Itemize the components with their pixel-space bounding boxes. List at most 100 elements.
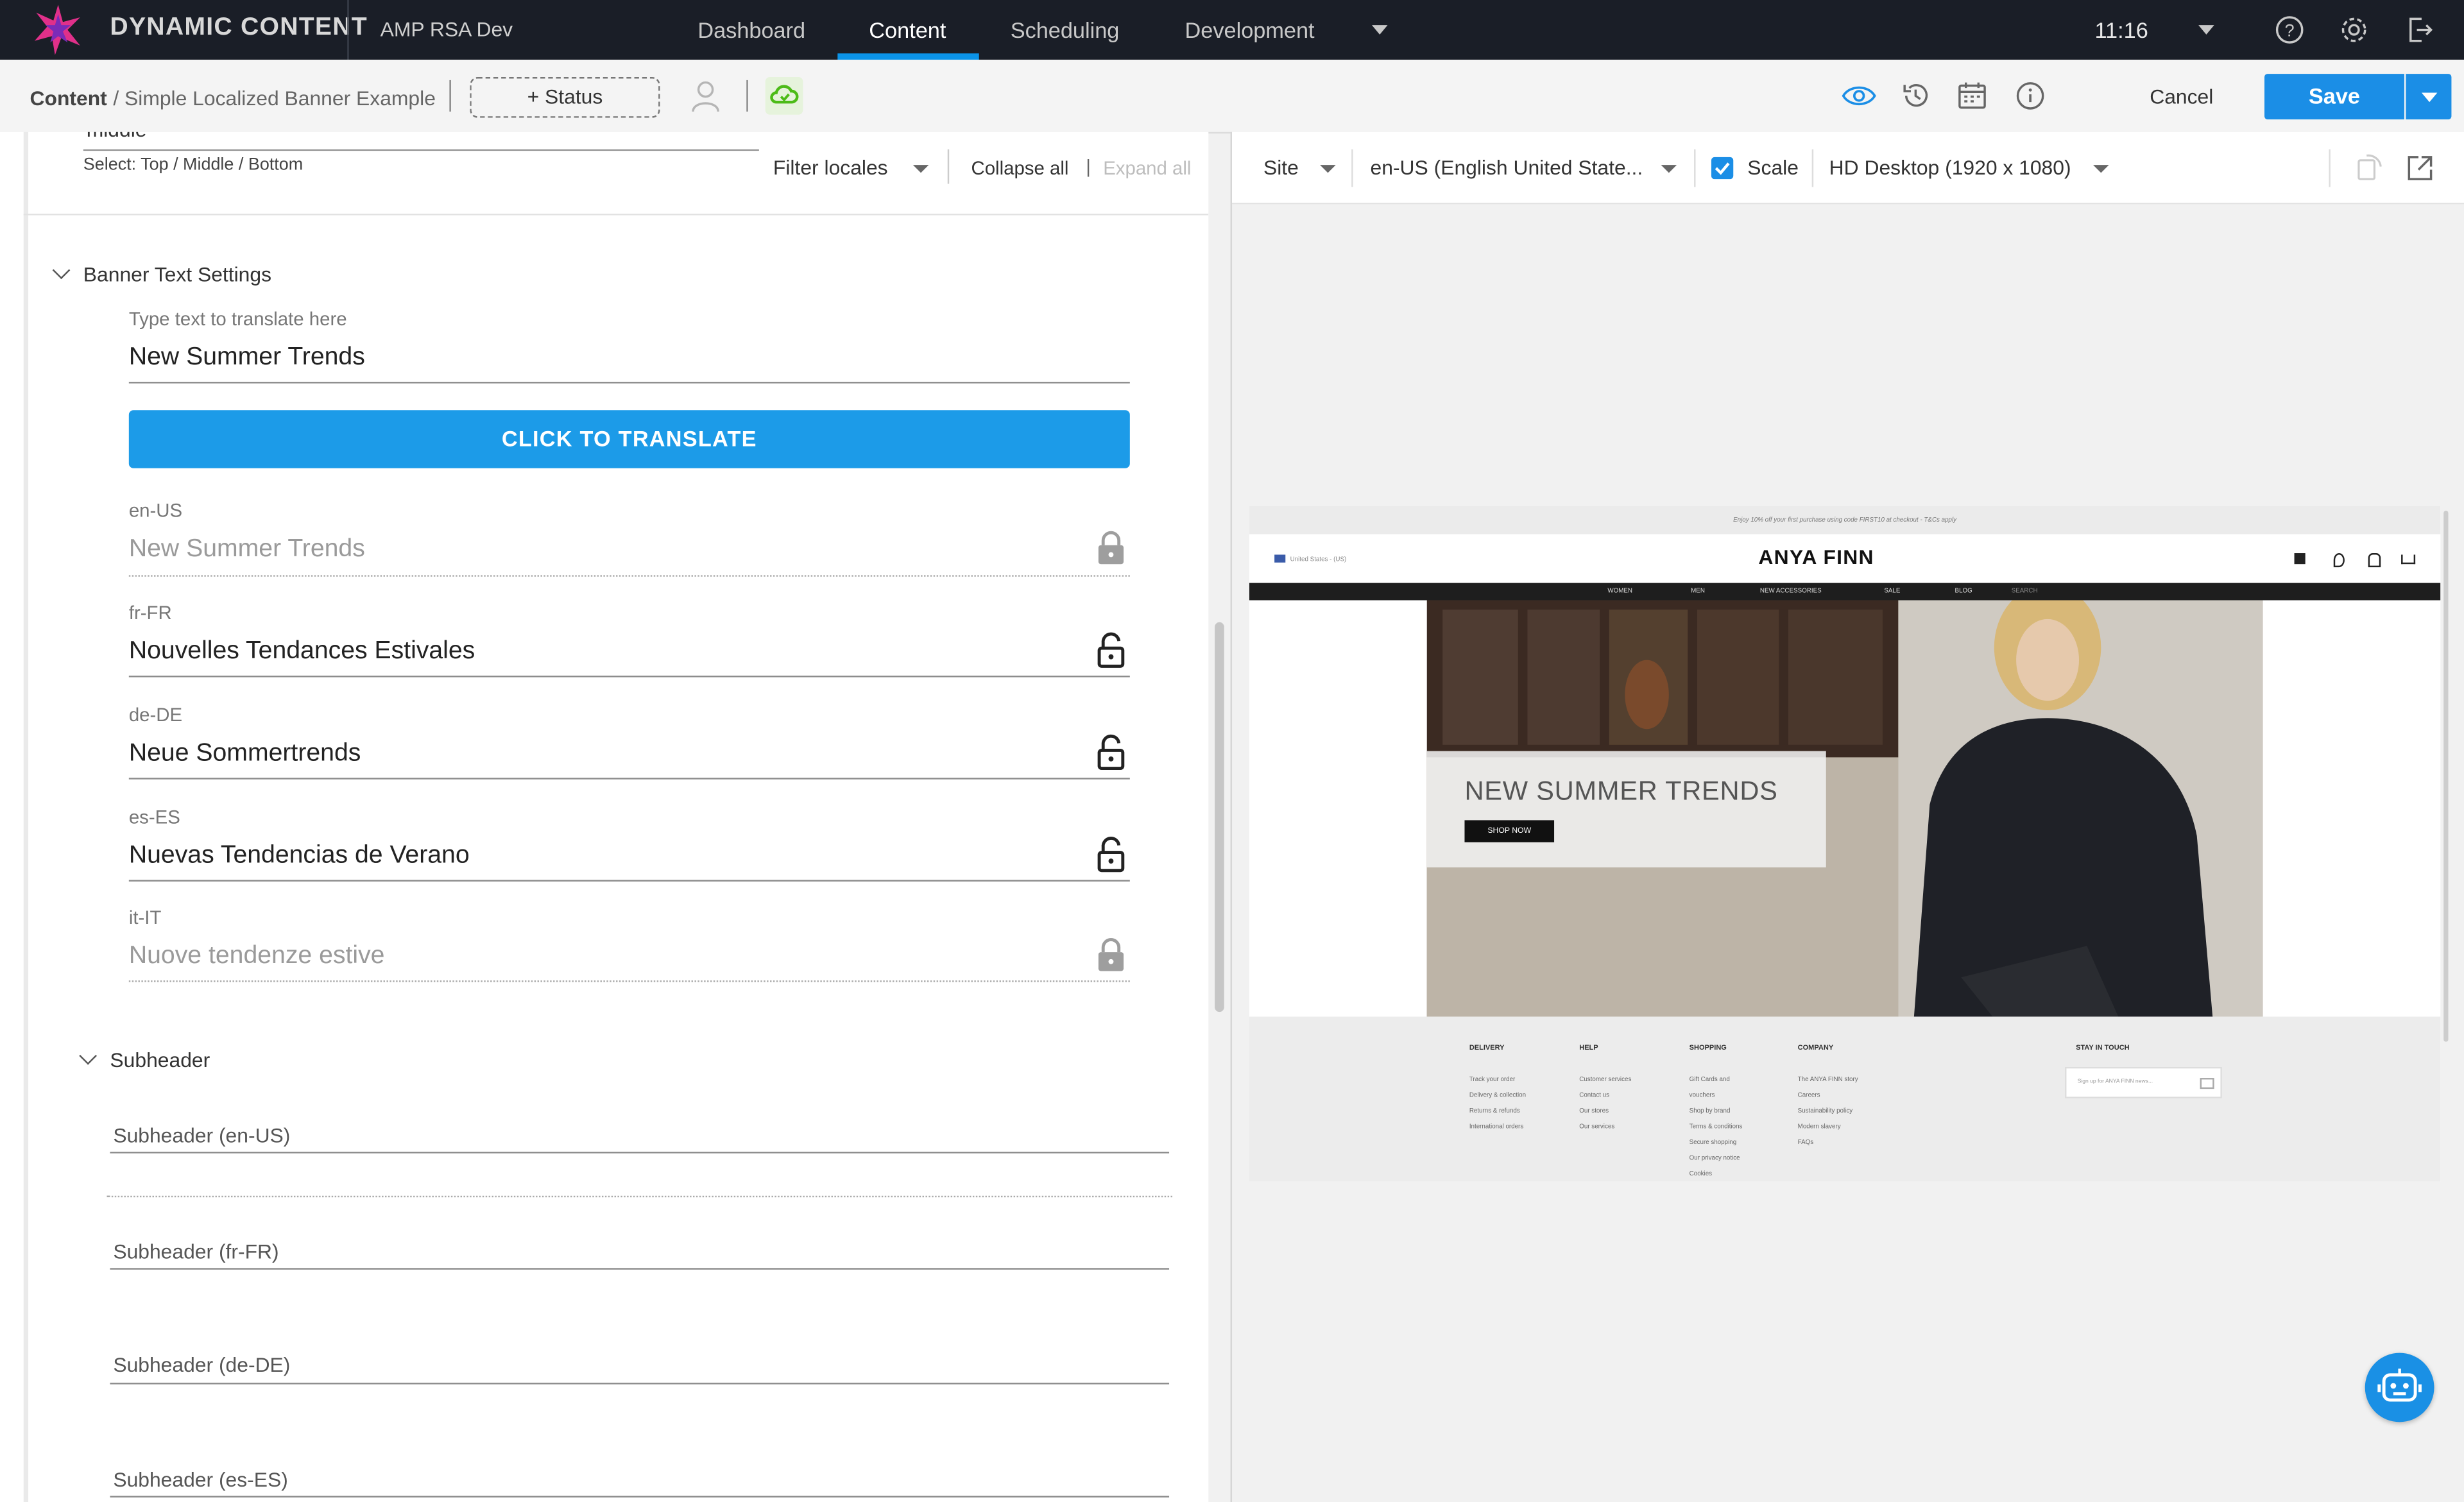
svg-text:?: ? bbox=[2285, 21, 2295, 40]
site-logo[interactable]: ANYA FINN bbox=[1758, 545, 1874, 569]
footer-link[interactable]: Delivery & collection bbox=[1469, 1091, 1526, 1098]
footer-link[interactable]: Our privacy notice bbox=[1690, 1154, 1740, 1161]
footer-link[interactable]: International orders bbox=[1469, 1122, 1523, 1130]
subheader-field-de-de[interactable]: Subheader (de-DE) bbox=[113, 1353, 290, 1377]
footer-link[interactable]: Modern slavery bbox=[1798, 1122, 1841, 1130]
nav-tab-scheduling[interactable]: Scheduling bbox=[1011, 17, 1120, 42]
site-chevron-down-icon[interactable] bbox=[1320, 165, 1336, 173]
assignee-user-icon[interactable] bbox=[690, 78, 721, 113]
nav-tab-development[interactable]: Development bbox=[1185, 17, 1315, 42]
panel-splitter[interactable] bbox=[1230, 132, 1233, 1502]
info-icon[interactable] bbox=[2015, 80, 2046, 112]
footer-link[interactable]: Terms & conditions bbox=[1690, 1122, 1743, 1130]
device-chevron-down-icon[interactable] bbox=[2093, 165, 2109, 173]
footer-link[interactable]: Track your order bbox=[1469, 1075, 1516, 1082]
section-collapse-chevron-icon[interactable] bbox=[52, 261, 71, 280]
open-external-icon[interactable] bbox=[2404, 153, 2436, 184]
subheader-section-title[interactable]: Subheader bbox=[110, 1048, 210, 1071]
footer-link[interactable]: FAQs bbox=[1798, 1138, 1814, 1145]
time-dropdown-chevron-icon[interactable] bbox=[2198, 25, 2214, 35]
lock-closed-icon[interactable] bbox=[1095, 937, 1127, 975]
footer-link[interactable]: Contact us bbox=[1579, 1091, 1609, 1098]
site-nav-women[interactable]: WOMEN bbox=[1607, 586, 1632, 593]
footer-link[interactable]: Gift Cards and bbox=[1690, 1075, 1730, 1082]
site-nav-men[interactable]: MEN bbox=[1691, 586, 1705, 593]
footer-link[interactable]: Our services bbox=[1579, 1122, 1614, 1130]
locale-field-es-es[interactable]: Nuevas Tendencias de Verano bbox=[129, 842, 470, 871]
scale-checkbox[interactable] bbox=[1711, 157, 1734, 180]
filter-locales-dropdown[interactable]: Filter locales bbox=[773, 155, 888, 179]
subheader-field-es-es[interactable]: Subheader (es-ES) bbox=[113, 1467, 288, 1491]
footer-link[interactable]: Sustainability policy bbox=[1798, 1106, 1852, 1114]
preview-toolbar: Site en-US (English United State... Scal… bbox=[1232, 132, 2464, 205]
website-preview[interactable]: Enjoy 10% off your first purchase using … bbox=[1249, 506, 2441, 1182]
form-scrollbar[interactable] bbox=[1215, 622, 1224, 1012]
mail-icon[interactable] bbox=[2200, 1078, 2214, 1089]
device-select[interactable]: HD Desktop (1920 x 1080) bbox=[1829, 155, 2071, 179]
nav-tab-content[interactable]: Content bbox=[869, 17, 946, 42]
field-separator bbox=[107, 1195, 1172, 1198]
lock-open-icon[interactable] bbox=[1095, 734, 1127, 772]
locale-field-de-de[interactable]: Neue Sommertrends bbox=[129, 740, 361, 768]
hub-name[interactable]: AMP RSA Dev bbox=[381, 17, 513, 41]
nav-tab-dashboard[interactable]: Dashboard bbox=[697, 17, 805, 42]
locale-chevron-down-icon[interactable] bbox=[1661, 165, 1677, 173]
footer-link[interactable]: Careers bbox=[1798, 1091, 1820, 1098]
save-options-dropdown[interactable] bbox=[2406, 74, 2452, 120]
footer-link[interactable]: Shop by brand bbox=[1690, 1106, 1731, 1114]
shop-now-button[interactable]: SHOP NOW bbox=[1464, 820, 1555, 842]
hero-banner[interactable]: NEW SUMMER TRENDS SHOP NOW bbox=[1426, 600, 2263, 1017]
filter-chevron-down-icon[interactable] bbox=[912, 165, 929, 173]
settings-gear-icon[interactable] bbox=[2338, 14, 2370, 46]
click-to-translate-button[interactable]: CLICK TO TRANSLATE bbox=[128, 410, 1130, 468]
site-nav-blog[interactable]: BLOG bbox=[1955, 586, 1972, 593]
footer-link[interactable]: Returns & refunds bbox=[1469, 1106, 1520, 1114]
logout-icon[interactable] bbox=[2404, 14, 2436, 46]
lock-closed-icon[interactable] bbox=[1095, 529, 1127, 567]
source-text-input[interactable]: New Summer Trends bbox=[129, 344, 365, 372]
locale-field-it-it[interactable]: Nuove tendenze estive bbox=[129, 943, 385, 971]
site-select[interactable]: Site bbox=[1263, 155, 1299, 179]
breadcrumb-content[interactable]: Content bbox=[30, 87, 107, 110]
status-button[interactable]: + Status bbox=[470, 77, 660, 118]
locale-field-en-us[interactable]: New Summer Trends bbox=[129, 536, 365, 564]
cancel-button[interactable]: Cancel bbox=[2150, 85, 2213, 108]
rotate-device-icon[interactable] bbox=[2352, 153, 2384, 184]
account-icon[interactable] bbox=[2368, 553, 2381, 568]
footer-link[interactable]: Cookies bbox=[1690, 1169, 1712, 1177]
schedule-calendar-icon[interactable] bbox=[1956, 80, 1988, 112]
position-field-value[interactable]: middle bbox=[87, 132, 147, 142]
footer-link[interactable]: The ANYA FINN story bbox=[1798, 1075, 1858, 1082]
footer-heading: HELP bbox=[1579, 1043, 1598, 1052]
help-icon[interactable]: ? bbox=[2274, 14, 2306, 46]
save-button[interactable]: Save bbox=[2264, 74, 2404, 120]
subheader-collapse-chevron-icon[interactable] bbox=[79, 1046, 97, 1065]
lock-open-icon[interactable] bbox=[1095, 631, 1127, 669]
location-pin-icon[interactable] bbox=[2333, 553, 2345, 568]
subheader-field-en-us[interactable]: Subheader (en-US) bbox=[113, 1123, 290, 1147]
assistant-bot-button[interactable] bbox=[2365, 1353, 2434, 1422]
cart-icon[interactable] bbox=[2401, 554, 2416, 565]
site-search[interactable]: SEARCH bbox=[2012, 586, 2038, 593]
site-nav-new-accessories[interactable]: NEW ACCESSORIES bbox=[1760, 586, 1822, 593]
preview-scrollbar[interactable] bbox=[2443, 510, 2449, 1042]
banner-text-settings-title[interactable]: Banner Text Settings bbox=[83, 262, 271, 286]
footer-link[interactable]: vouchers bbox=[1690, 1091, 1715, 1098]
locale-select[interactable]: en-US (English United State... bbox=[1371, 155, 1643, 179]
locale-field-fr-fr[interactable]: Nouvelles Tendances Estivales bbox=[129, 638, 475, 666]
expand-all-link[interactable]: Expand all bbox=[1103, 157, 1191, 179]
newsletter-input[interactable]: Sign up for ANYA FINN news... bbox=[2064, 1066, 2222, 1098]
sync-status-badge[interactable] bbox=[765, 77, 803, 115]
footer-link[interactable]: Our stores bbox=[1579, 1106, 1609, 1114]
site-nav-sale[interactable]: SALE bbox=[1884, 586, 1900, 593]
collapse-all-link[interactable]: Collapse all bbox=[971, 157, 1068, 179]
region-selector[interactable]: United States - (US) bbox=[1290, 554, 1347, 562]
history-icon[interactable] bbox=[1900, 80, 1931, 112]
preview-eye-icon[interactable] bbox=[1842, 83, 1876, 108]
nav-more-chevron-icon[interactable] bbox=[1371, 25, 1388, 35]
subheader-field-fr-fr[interactable]: Subheader (fr-FR) bbox=[113, 1240, 278, 1263]
lock-open-icon[interactable] bbox=[1095, 836, 1127, 874]
footer-link[interactable]: Secure shopping bbox=[1690, 1138, 1737, 1145]
footer-link[interactable]: Customer services bbox=[1579, 1075, 1631, 1082]
store-icon[interactable] bbox=[2294, 553, 2306, 565]
